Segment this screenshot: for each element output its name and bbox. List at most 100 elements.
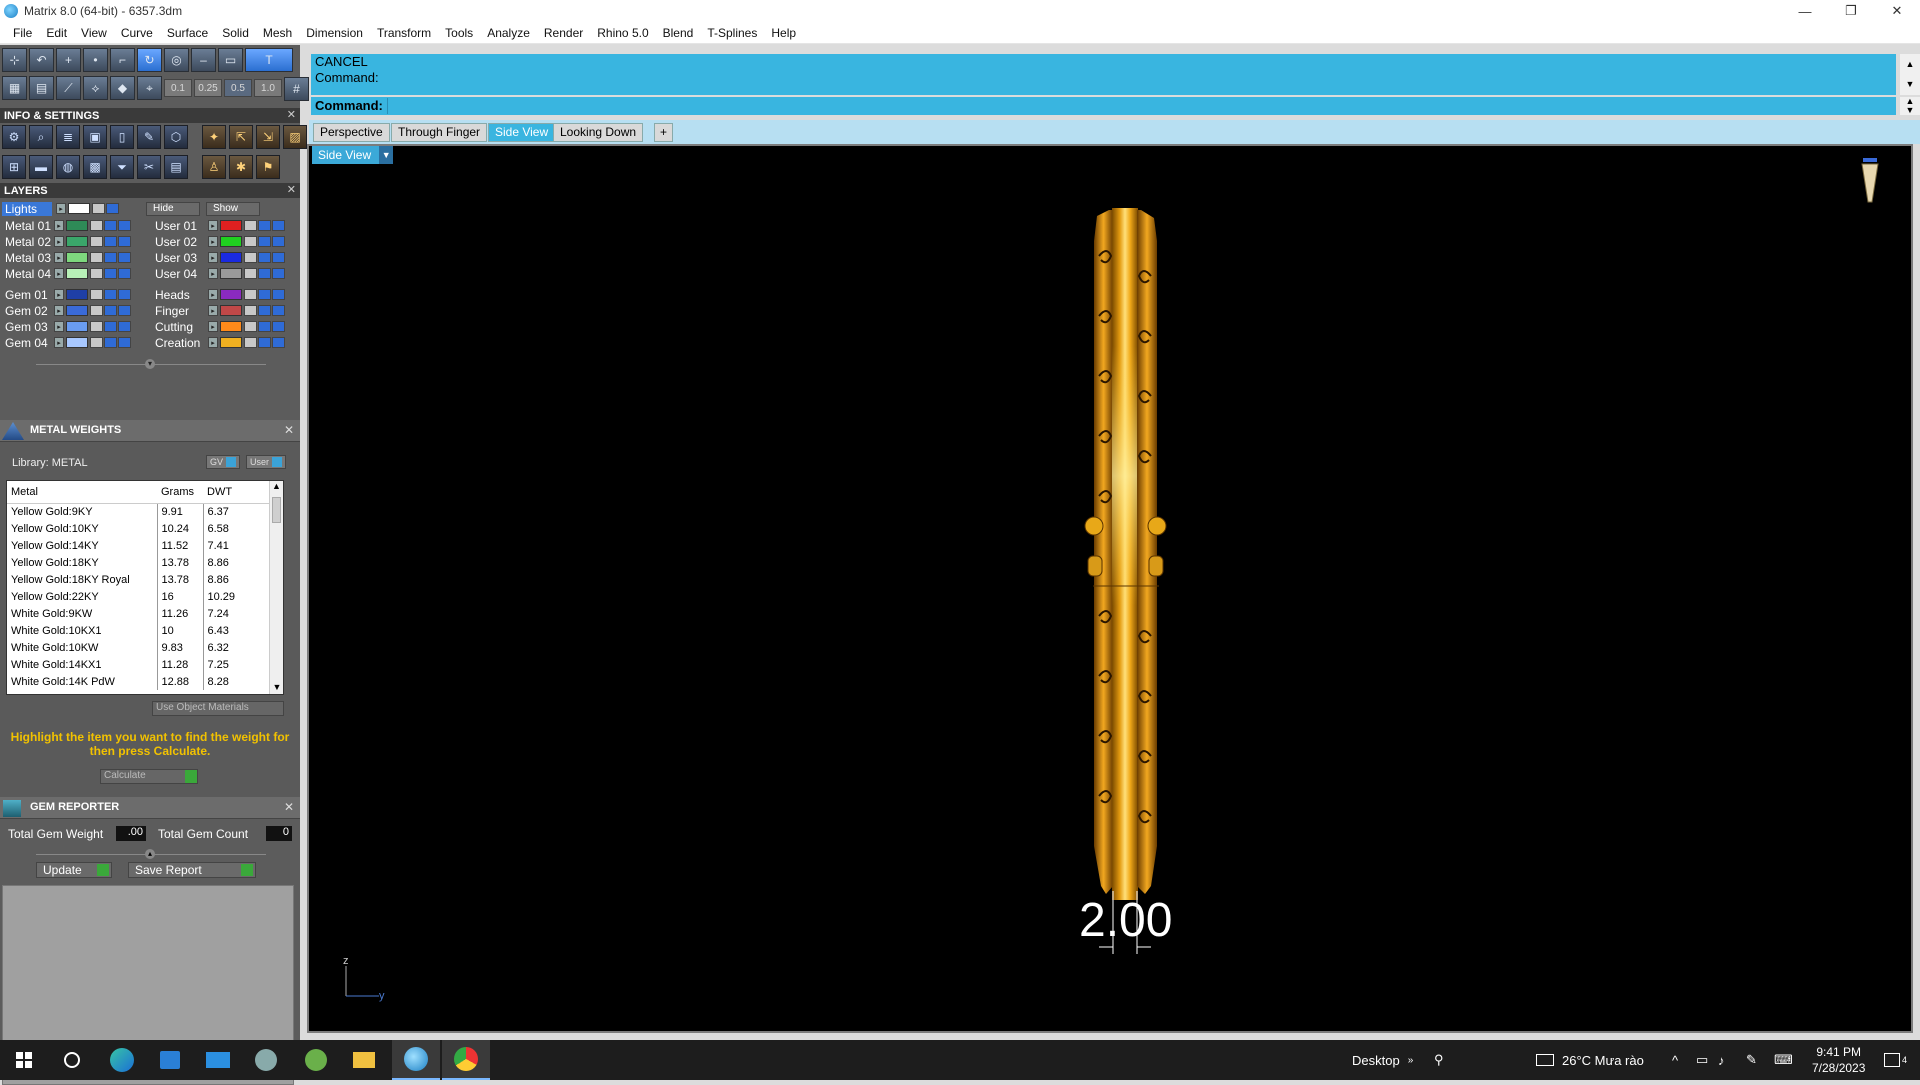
layer-visible-icon[interactable]: [104, 305, 117, 316]
gv-checkbox[interactable]: [226, 457, 237, 467]
snap-value-01[interactable]: 0.1: [164, 79, 192, 97]
layer-expand-icon[interactable]: ▸: [208, 252, 218, 263]
close-button[interactable]: ✕: [1874, 0, 1920, 22]
layer-color-swatch[interactable]: [220, 321, 242, 332]
layer-row[interactable]: User 02 ▸: [152, 234, 286, 249]
history-scroll-up-icon[interactable]: ▲: [1900, 54, 1920, 74]
snap-value-10[interactable]: 1.0: [254, 79, 282, 97]
menu-blend[interactable]: Blend: [656, 26, 701, 40]
layer-lock-icon[interactable]: [90, 220, 103, 231]
layer-row[interactable]: Cutting ▸: [152, 319, 286, 334]
menu-render[interactable]: Render: [537, 26, 590, 40]
layer-expand-icon[interactable]: ▸: [54, 337, 64, 348]
layer-visible-icon[interactable]: [104, 220, 117, 231]
menu-tsplines[interactable]: T-Splines: [700, 26, 764, 40]
rotate-view-icon[interactable]: ↻: [137, 48, 162, 72]
weather-widget[interactable]: 26°C Mưa rào: [1536, 1040, 1644, 1080]
layer-current-icon[interactable]: [118, 321, 131, 332]
layer-current-icon[interactable]: [118, 220, 131, 231]
box-icon[interactable]: ▩: [83, 155, 107, 179]
layer-current-icon[interactable]: [272, 305, 285, 316]
dimension-annotation[interactable]: 2.00: [1079, 891, 1172, 954]
crosshair-tool-icon[interactable]: +: [56, 48, 81, 72]
brush-icon[interactable]: ⟋: [56, 76, 81, 100]
gem-reporter-close-icon[interactable]: ✕: [284, 800, 294, 814]
menu-transform[interactable]: Transform: [370, 26, 438, 40]
command-spin-down-icon[interactable]: ▼: [1900, 106, 1920, 115]
calculate-go-icon[interactable]: [185, 770, 197, 783]
layer-color-swatch[interactable]: [66, 220, 88, 231]
layer-color-swatch[interactable]: [66, 268, 88, 279]
menu-dimension[interactable]: Dimension: [299, 26, 370, 40]
layer-visible-icon[interactable]: [258, 268, 271, 279]
user-toggle[interactable]: User: [246, 455, 287, 469]
layer-expand-icon[interactable]: ▸: [54, 268, 64, 279]
network-icon[interactable]: ▭: [1696, 1040, 1708, 1080]
layer-current-icon[interactable]: [118, 252, 131, 263]
menu-file[interactable]: File: [6, 26, 39, 40]
layer-expand-icon[interactable]: ▸: [208, 220, 218, 231]
layer-current-icon[interactable]: [272, 321, 285, 332]
layer-current-icon[interactable]: [272, 337, 285, 348]
globe-icon[interactable]: ◍: [56, 155, 80, 179]
layers-show-button[interactable]: Show: [206, 201, 260, 216]
col-grams[interactable]: Grams: [157, 481, 203, 504]
layer-color-swatch[interactable]: [66, 337, 88, 348]
layer-current-icon[interactable]: [118, 289, 131, 300]
start-button[interactable]: [0, 1040, 48, 1080]
layer-current-icon[interactable]: [118, 305, 131, 316]
layer-lock-icon[interactable]: [90, 236, 103, 247]
command-input[interactable]: [387, 98, 1887, 114]
document-icon[interactable]: ▯: [110, 125, 134, 149]
layer-current-icon[interactable]: [272, 252, 285, 263]
menu-help[interactable]: Help: [764, 26, 803, 40]
layer-visible-icon[interactable]: [104, 321, 117, 332]
layer-color-swatch[interactable]: [68, 203, 90, 214]
menu-tools[interactable]: Tools: [438, 26, 480, 40]
figure-icon[interactable]: ♙: [202, 155, 226, 179]
layer-row[interactable]: User 04 ▸: [152, 266, 286, 281]
layer-lock-icon[interactable]: [90, 337, 103, 348]
menu-surface[interactable]: Surface: [160, 26, 215, 40]
layer-row[interactable]: Metal 03 ▸: [2, 250, 132, 265]
layer-name[interactable]: Heads: [152, 288, 208, 302]
scroll-thumb[interactable]: [272, 497, 281, 523]
user-checkbox[interactable]: [272, 457, 283, 467]
table-row[interactable]: White Gold:10KW 9.83 6.32: [7, 639, 271, 656]
layer-lock-icon[interactable]: [244, 337, 257, 348]
metal-weights-close-icon[interactable]: ✕: [284, 423, 294, 437]
layer-lock-icon[interactable]: [90, 289, 103, 300]
layer-color-swatch[interactable]: [220, 252, 242, 263]
layer-lock-icon[interactable]: [244, 252, 257, 263]
layer-row[interactable]: Gem 04 ▸: [2, 335, 132, 350]
save-report-button[interactable]: Save Report: [128, 862, 256, 878]
snap-value-05[interactable]: 0.5: [224, 79, 252, 97]
file-explorer-icon[interactable]: [340, 1040, 388, 1080]
layer-row[interactable]: Metal 04 ▸: [2, 266, 132, 281]
pen-icon[interactable]: ✎: [1746, 1040, 1757, 1080]
menu-solid[interactable]: Solid: [215, 26, 256, 40]
calculate-button[interactable]: Calculate: [100, 769, 198, 784]
layer-color-swatch[interactable]: [66, 305, 88, 316]
layer-row[interactable]: Metal 01 ▸: [2, 218, 132, 233]
layer-expand-icon[interactable]: ▸: [54, 305, 64, 316]
menu-mesh[interactable]: Mesh: [256, 26, 299, 40]
scroll-up-icon[interactable]: ▲: [270, 481, 283, 495]
layer-row[interactable]: Gem 03 ▸: [2, 319, 132, 334]
pose-icon[interactable]: ✱: [229, 155, 253, 179]
layer-expand-icon[interactable]: ▸: [208, 321, 218, 332]
menu-edit[interactable]: Edit: [39, 26, 74, 40]
layer-color-swatch[interactable]: [220, 305, 242, 316]
menu-view[interactable]: View: [74, 26, 114, 40]
table-row[interactable]: White Gold:14KX1 11.28 7.25: [7, 656, 271, 673]
table-row[interactable]: White Gold:10KX1 10 6.43: [7, 622, 271, 639]
layer-lock-icon[interactable]: [90, 321, 103, 332]
search-button[interactable]: [48, 1040, 96, 1080]
command-history-scrollbar[interactable]: ▲ ▼: [1900, 54, 1920, 95]
layer-expand-icon[interactable]: ▸: [208, 337, 218, 348]
store-icon[interactable]: [146, 1040, 194, 1080]
edge-browser-icon[interactable]: [98, 1040, 146, 1080]
select-tool-icon[interactable]: ⊹: [2, 48, 27, 72]
layer-visible-icon[interactable]: [258, 321, 271, 332]
scroll-down-icon[interactable]: ▼: [270, 682, 283, 694]
